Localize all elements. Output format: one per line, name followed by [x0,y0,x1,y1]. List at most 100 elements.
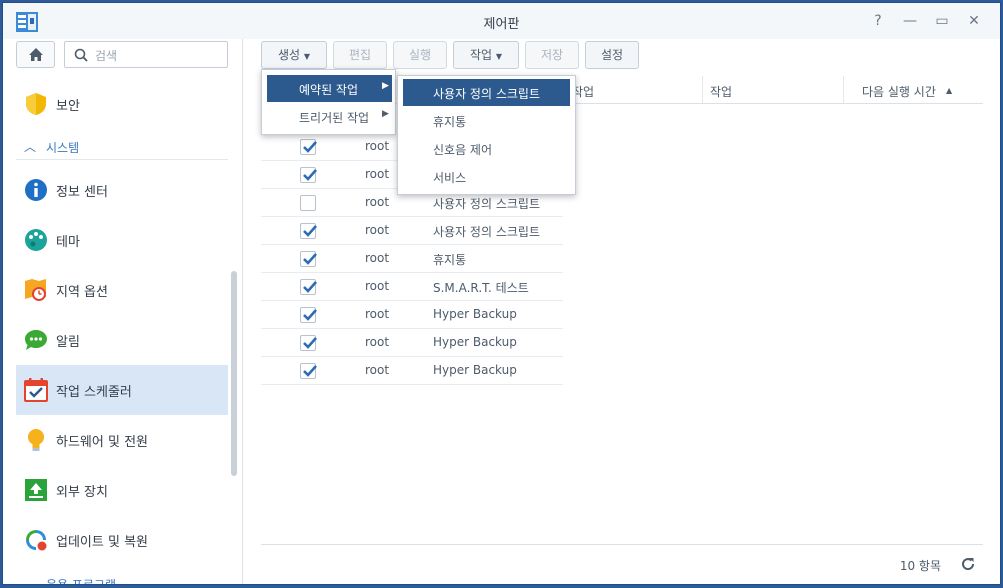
sidebar-item-theme[interactable]: 테마 [16,215,228,265]
menu-item-label: 휴지통 [433,115,467,129]
checkmark-icon [303,337,317,349]
task-type-cell: Hyper Backup [433,307,517,321]
submenu-item-beep-control[interactable]: 신호음 제어 [403,135,570,162]
sidebar-item-label: 지역 옵션 [56,285,108,300]
menu-item-label: 사용자 정의 스크립트 [433,87,540,101]
owner-cell: root [365,139,390,153]
column-header-next-run[interactable]: 다음 실행 시간 [862,83,936,100]
table-row[interactable]: root S.M.A.R.T. 테스트 [261,273,563,301]
title-bar: 제어판 ? — ▭ ✕ [3,3,1000,39]
column-header-action[interactable]: 작업 [710,83,732,100]
owner-cell: root [365,279,390,293]
create-dropdown-menu: 예약된 작업 ▶ 트리거된 작업 ▶ [261,69,396,135]
shield-icon [26,93,46,115]
chevron-right-icon: ▶ [382,109,389,119]
refresh-icon[interactable] [959,555,977,573]
owner-cell: root [365,195,390,209]
enabled-checkbox[interactable] [300,307,317,323]
search-placeholder: 검색 [95,49,118,63]
sidebar: 검색 보안 ︿ 시스템 정보 센터 테마 지역 옵션 알림 작업 스케줄러 하드… [3,39,243,585]
sidebar-item-label: 보안 [56,99,80,114]
settings-button[interactable]: 설정 [585,41,639,69]
action-button-label: 작업 [469,48,493,62]
edit-button[interactable]: 편집 [333,41,387,69]
action-button[interactable]: 작업 ▼ [453,41,519,69]
owner-cell: root [365,363,390,377]
table-row[interactable]: root Hyper Backup [261,301,563,329]
menu-item-label: 서비스 [433,171,467,185]
chat-bubble-icon [25,330,47,350]
submenu-item-user-script[interactable]: 사용자 정의 스크립트 [403,79,570,106]
home-button[interactable] [16,41,55,68]
enabled-checkbox[interactable] [300,251,317,267]
task-type-cell: Hyper Backup [433,335,517,349]
run-button[interactable]: 실행 [393,41,447,69]
menu-item-scheduled-task[interactable]: 예약된 작업 ▶ [267,75,392,102]
chevron-right-icon: ▶ [382,81,389,91]
grid-footer: 10 항목 [261,544,983,582]
owner-cell: root [365,223,390,237]
checkmark-icon [303,225,317,237]
enabled-checkbox[interactable] [300,279,317,295]
sidebar-item-label: 알림 [56,335,80,350]
sort-ascending-icon: ▲ [946,86,953,95]
enabled-checkbox[interactable] [300,139,317,155]
minimize-icon[interactable]: — [901,12,919,30]
sidebar-item-hardware-power[interactable]: 하드웨어 및 전원 [16,415,228,465]
checkmark-icon [303,253,317,265]
close-icon[interactable]: ✕ [965,12,983,30]
section-applications[interactable]: ︿ 응용 프로그램 [16,571,228,585]
owner-cell: root [365,335,390,349]
enabled-checkbox[interactable] [300,363,317,379]
chevron-up-icon: ︿ [24,140,37,154]
sidebar-item-label: 하드웨어 및 전원 [56,435,148,450]
help-icon[interactable]: ? [869,12,887,30]
enabled-checkbox[interactable] [300,223,317,239]
owner-cell: root [365,167,390,181]
sidebar-item-security[interactable]: 보안 [16,79,228,129]
column-divider [843,76,844,103]
sidebar-item-regional-options[interactable]: 지역 옵션 [16,265,228,315]
enabled-checkbox[interactable] [300,335,317,351]
checkmark-icon [303,281,317,293]
checkmark-icon [303,309,317,321]
save-button[interactable]: 저장 [525,41,579,69]
item-count: 10 항목 [899,559,941,573]
maximize-icon[interactable]: ▭ [933,12,951,30]
submenu-item-service[interactable]: 서비스 [403,163,570,190]
section-system[interactable]: ︿ 시스템 [16,134,228,160]
sidebar-scrollbar[interactable] [231,271,237,476]
update-icon [26,530,47,551]
create-button-label: 생성 [277,48,301,62]
table-row[interactable]: root Hyper Backup [261,357,563,385]
sidebar-item-notifications[interactable]: 알림 [16,315,228,365]
calendar-check-icon [24,378,48,402]
enabled-checkbox[interactable] [300,167,317,183]
table-row[interactable]: root 사용자 정의 스크립트 [261,217,563,245]
search-icon [74,48,88,62]
menu-item-label: 트리거된 작업 [299,111,370,125]
section-applications-label: 응용 프로그램 [46,578,117,585]
task-type-cell: 사용자 정의 스크립트 [433,225,540,239]
submenu-item-recycle-bin[interactable]: 휴지통 [403,107,570,134]
enabled-checkbox[interactable] [300,195,316,211]
sidebar-item-update-restore[interactable]: 업데이트 및 복원 [16,515,228,565]
search-field[interactable]: 검색 [64,41,228,68]
section-system-label: 시스템 [46,141,80,155]
table-row[interactable]: root Hyper Backup [261,329,563,357]
checkmark-icon [303,169,317,181]
table-row[interactable]: root 휴지통 [261,245,563,273]
sidebar-item-task-scheduler[interactable]: 작업 스케줄러 [16,365,228,415]
home-icon [29,48,43,61]
info-icon [25,179,47,201]
sidebar-item-info-center[interactable]: 정보 센터 [16,165,228,215]
caret-down-icon: ▼ [303,52,311,61]
sidebar-item-external-devices[interactable]: 외부 장치 [16,465,228,515]
create-button[interactable]: 생성 ▼ [261,41,327,69]
menu-item-triggered-task[interactable]: 트리거된 작업 ▶ [267,103,392,130]
lightbulb-icon [28,429,44,451]
checkmark-icon [303,141,317,153]
sidebar-item-label: 정보 센터 [56,185,108,200]
upload-box-icon [25,479,47,501]
map-clock-icon [25,279,46,301]
